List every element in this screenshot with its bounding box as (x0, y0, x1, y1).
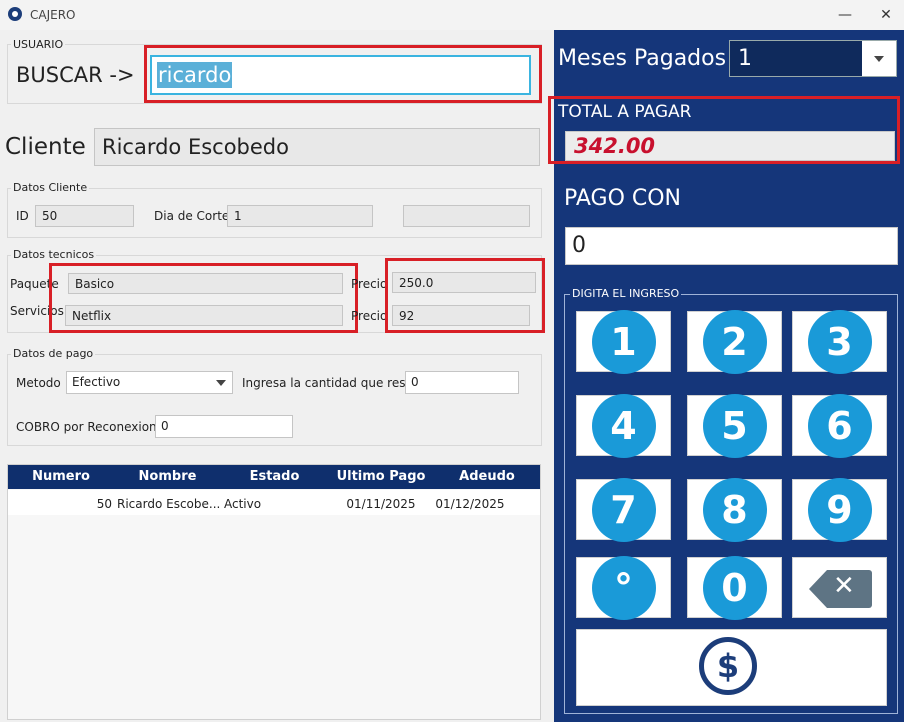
cell-ultimo-pago: 01/11/2025 (346, 497, 416, 511)
chevron-down-icon (216, 380, 226, 386)
datos-cliente-legend: Datos Cliente (11, 181, 90, 194)
dollar-icon: $ (699, 637, 757, 695)
restas-label: Ingresa la cantidad que restas (242, 376, 424, 390)
metodo-select-value: Efectivo (72, 375, 121, 389)
id-field: 50 (35, 205, 134, 227)
search-input[interactable]: ricardo (150, 55, 531, 95)
degree-icon: ° (591, 555, 656, 620)
cell-numero: 50 (96, 497, 112, 511)
key-9-button[interactable]: 9 (792, 477, 887, 542)
total-field: 342.00 (565, 131, 895, 161)
backspace-button[interactable]: ✕ (792, 557, 887, 618)
key-6-button[interactable]: 6 (792, 393, 887, 458)
col-header-adeudo[interactable]: Adeudo (434, 469, 540, 484)
app-icon (8, 7, 22, 21)
digit-2-icon: 2 (702, 309, 767, 374)
cell-estado: Activo (224, 497, 262, 511)
buscar-label: BUSCAR -> (16, 63, 135, 87)
key-4-button[interactable]: 4 (576, 393, 671, 458)
datos-pago-legend: Datos de pago (11, 347, 96, 360)
meses-dropdown-button[interactable] (862, 41, 896, 76)
col-header-numero[interactable]: Numero (8, 469, 114, 484)
key-2-button[interactable]: 2 (687, 309, 782, 374)
key-1-button[interactable]: 1 (576, 309, 671, 374)
digit-7-icon: 7 (591, 477, 656, 542)
key-7-button[interactable]: 7 (576, 477, 671, 542)
dia-corte-label: Dia de Corte (154, 209, 230, 223)
digit-0-icon: 0 (702, 555, 767, 620)
pago-con-label: PAGO CON (564, 186, 682, 211)
id-label: ID (16, 209, 29, 223)
digit-9-icon: 9 (807, 477, 872, 542)
extra-field (403, 205, 530, 227)
digit-4-icon: 4 (591, 393, 656, 458)
col-header-nombre[interactable]: Nombre (114, 469, 221, 484)
dia-corte-field: 1 (227, 205, 373, 227)
precio-2-label: Precio (351, 309, 388, 323)
precio-highlight (385, 258, 545, 333)
backspace-glyph: ✕ (833, 571, 855, 601)
key-8-button[interactable]: 8 (687, 477, 782, 542)
window-title: CAJERO (30, 8, 76, 22)
pago-con-input[interactable]: 0 (565, 227, 898, 265)
digit-5-icon: 5 (702, 393, 767, 458)
cobro-reconexion-label: COBRO por Reconexion (16, 420, 157, 434)
metodo-select[interactable]: Efectivo (66, 371, 233, 394)
paquete-servicios-highlight (49, 263, 358, 333)
search-input-value: ricardo (157, 62, 233, 88)
cell-adeudo: 01/12/2025 (435, 497, 505, 511)
cell-nombre: Ricardo Escobe... (117, 497, 221, 511)
metodo-label: Metodo (16, 376, 61, 390)
restas-input[interactable]: 0 (405, 371, 519, 394)
meses-pagados-label: Meses Pagados (558, 46, 727, 71)
digit-6-icon: 6 (807, 393, 872, 458)
digit-1-icon: 1 (591, 309, 656, 374)
cobro-reconexion-input[interactable]: 0 (155, 415, 293, 438)
key-0-button[interactable]: 0 (687, 555, 782, 620)
digit-8-icon: 8 (702, 477, 767, 542)
digit-3-icon: 3 (807, 309, 872, 374)
keypad-legend: DIGITA EL INGRESO (570, 287, 682, 300)
col-header-ultimo-pago[interactable]: Ultimo Pago (328, 469, 434, 484)
key-3-button[interactable]: 3 (792, 309, 887, 374)
total-value: 342.00 (574, 134, 656, 158)
cliente-name-field: Ricardo Escobedo (94, 128, 540, 166)
meses-pagados-select[interactable]: 1 (729, 40, 897, 77)
usuario-legend: USUARIO (11, 38, 66, 51)
key-degree-button[interactable]: ° (576, 555, 671, 620)
title-bar (0, 0, 904, 30)
minimize-button[interactable]: — (832, 4, 858, 26)
datos-tecnicos-legend: Datos tecnicos (11, 248, 97, 261)
col-header-estado[interactable]: Estado (221, 469, 328, 484)
precio-1-label: Precio (351, 277, 388, 291)
cliente-label: Cliente (5, 134, 86, 160)
close-button[interactable]: ✕ (873, 4, 899, 26)
pay-button[interactable]: $ (576, 629, 887, 706)
chevron-down-icon (874, 56, 884, 62)
total-label: TOTAL A PAGAR (558, 102, 692, 122)
key-5-button[interactable]: 5 (687, 393, 782, 458)
meses-pagados-value: 1 (738, 46, 752, 71)
